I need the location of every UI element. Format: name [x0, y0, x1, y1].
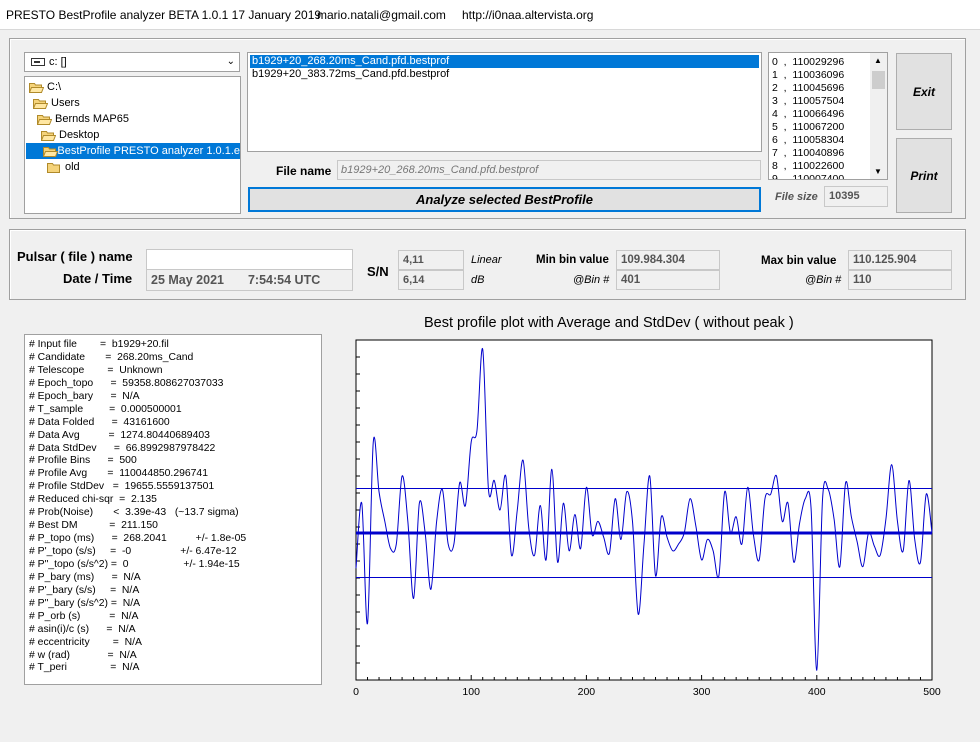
file-name-label: File name [276, 164, 332, 178]
info-line: # P"_topo (s/s^2) = 0 +/- 1.94e-15 [29, 558, 240, 570]
min-bin-index-label: @Bin # [573, 274, 610, 286]
info-line: # Epoch_topo = 59358.808627037033 [29, 377, 224, 389]
info-line: # Reduced chi-sqr = 2.135 [29, 494, 157, 506]
file-list[interactable]: b1929+20_268.20ms_Cand.pfd.bestprof b192… [247, 52, 762, 152]
bin-values-list[interactable]: 0 , 110029296 1 , 110036096 2 , 110045696 3… [768, 52, 888, 180]
info-line: # T_sample = 0.000500001 [29, 403, 182, 415]
info-line: # P'_bary (s/s) = N/A [29, 584, 140, 596]
bestprof-info: # Input file = b1929+20.fil # Candidate =… [24, 334, 322, 685]
info-line: # P'_topo (s/s) = -0 +/- 6.47e-12 [29, 546, 237, 557]
info-line: # P_topo (ms) = 268.2041 +/- 1.8e-05 [29, 533, 247, 545]
folder-item[interactable]: Desktop [41, 127, 99, 143]
title-bar: PRESTO BestProfile analyzer BETA 1.0.1 1… [0, 0, 980, 30]
info-line: # Epoch_bary = N/A [29, 390, 140, 402]
min-bin-index: 401 [616, 270, 720, 290]
time-value: 7:54:54 UTC [247, 273, 321, 287]
folder-icon [47, 162, 62, 173]
info-line: # P_bary (ms) = N/A [29, 571, 141, 583]
info-line: # Input file = b1929+20.fil [29, 339, 169, 350]
sn-linear-label: Linear [471, 254, 502, 266]
date-time-label: Date / Time [63, 271, 133, 286]
open-folder-icon [43, 146, 58, 157]
drive-value: c: [] [49, 56, 67, 68]
info-line: # Profile StdDev = 19655.5559137501 [29, 481, 215, 493]
file-list-item[interactable]: b1929+20_383.72ms_Cand.pfd.bestprof [250, 68, 759, 81]
date-time-field: 25 May 2021 7:54:54 UTC [146, 269, 353, 291]
folder-tree[interactable]: C:\ Users Bernds MAP65 Desktop BestProfi… [24, 76, 241, 214]
open-folder-icon [33, 98, 48, 109]
x-tick-label: 400 [808, 686, 826, 698]
info-line: # Data Avg = 1274.80440689403 [29, 429, 210, 441]
date-value: 25 May 2021 [151, 273, 224, 287]
app-title: PRESTO BestProfile analyzer BETA 1.0.1 1… [6, 8, 322, 22]
folder-item[interactable]: C:\ [29, 79, 61, 95]
sn-db-label: dB [471, 274, 485, 286]
pulsar-name-label: Pulsar ( file ) name [17, 249, 133, 264]
info-line: # Data Folded = 43161600 [29, 416, 170, 428]
pulsar-name-field [146, 249, 353, 271]
x-tick-label: 100 [462, 686, 480, 698]
sn-linear-field: 4,11 [398, 250, 464, 270]
x-tick-label: 0 [353, 686, 359, 698]
max-bin-index: 110 [848, 270, 952, 290]
author-email: mario.natali@gmail.com [317, 8, 446, 22]
info-line: # Telescope = Unknown [29, 364, 163, 376]
info-line: # Candidate = 268.20ms_Cand [29, 351, 194, 363]
file-name-field[interactable]: b1929+20_268.20ms_Cand.pfd.bestprof [337, 160, 761, 180]
chevron-up-icon[interactable]: ▲ [874, 56, 882, 65]
info-line: # Profile Avg = 110044850.296741 [29, 468, 208, 480]
folder-item[interactable]: Users [33, 95, 80, 111]
file-size-field: 10395 [824, 186, 888, 207]
plot-area [355, 339, 933, 681]
min-bin-label: Min bin value [536, 254, 609, 266]
chart-title: Best profile plot with Average and StdDe… [424, 315, 794, 331]
max-bin-label: Max bin value [761, 255, 837, 267]
info-line: # eccentricity = N/A [29, 636, 142, 648]
print-button[interactable]: Print [896, 138, 952, 213]
file-list-item[interactable]: b1929+20_268.20ms_Cand.pfd.bestprof [250, 55, 759, 68]
file-size-label: File size [775, 191, 818, 203]
chevron-down-icon[interactable]: ▼ [874, 167, 882, 176]
open-folder-icon [37, 114, 52, 125]
open-folder-icon [29, 82, 44, 93]
author-url: http://i0naa.altervista.org [462, 8, 594, 22]
x-tick-label: 500 [923, 686, 941, 698]
open-folder-icon [41, 130, 56, 141]
info-line: # Data StdDev = 66.8992987978422 [29, 442, 216, 454]
info-line: # asin(i)/c (s) = N/A [29, 623, 136, 635]
info-line: # Prob(Noise) < 3.39e-43 (~13.7 sigma) [29, 507, 239, 519]
sn-db-field: 6,14 [398, 270, 464, 290]
analyze-button[interactable]: Analyze selected BestProfile [248, 187, 761, 212]
folder-item-selected[interactable]: BestProfile PRESTO analyzer 1.0.1.e [26, 143, 240, 159]
max-bin-index-label: @Bin # [805, 274, 842, 286]
max-bin-value: 110.125.904 [848, 250, 952, 270]
drive-select[interactable]: c: [] ⌄ [24, 52, 240, 72]
info-line: # w (rad) = N/A [29, 649, 137, 661]
x-tick-label: 300 [693, 686, 711, 698]
profile-chart: 0 100 200 300 400 500 [353, 339, 941, 698]
folder-item[interactable]: Bernds MAP65 [37, 111, 129, 127]
exit-button[interactable]: Exit [896, 53, 952, 130]
info-line: # T_peri = N/A [29, 662, 140, 674]
drive-icon [31, 58, 45, 66]
folder-item[interactable]: old [47, 159, 80, 175]
info-line: # P_orb (s) = N/A [29, 610, 139, 622]
info-line: # Profile Bins = 500 [29, 455, 137, 467]
x-tick-label: 200 [578, 686, 596, 698]
min-bin-value: 109.984.304 [616, 250, 720, 270]
scrollbar-thumb[interactable] [872, 71, 885, 89]
scrollbar[interactable]: ▲ ▼ [870, 53, 887, 179]
sn-label: S/N [367, 264, 389, 279]
info-line: # Best DM = 211.150 [29, 520, 158, 532]
info-line: # P"_bary (s/s^2) = N/A [29, 597, 141, 609]
chevron-down-icon[interactable]: ⌄ [227, 56, 235, 67]
